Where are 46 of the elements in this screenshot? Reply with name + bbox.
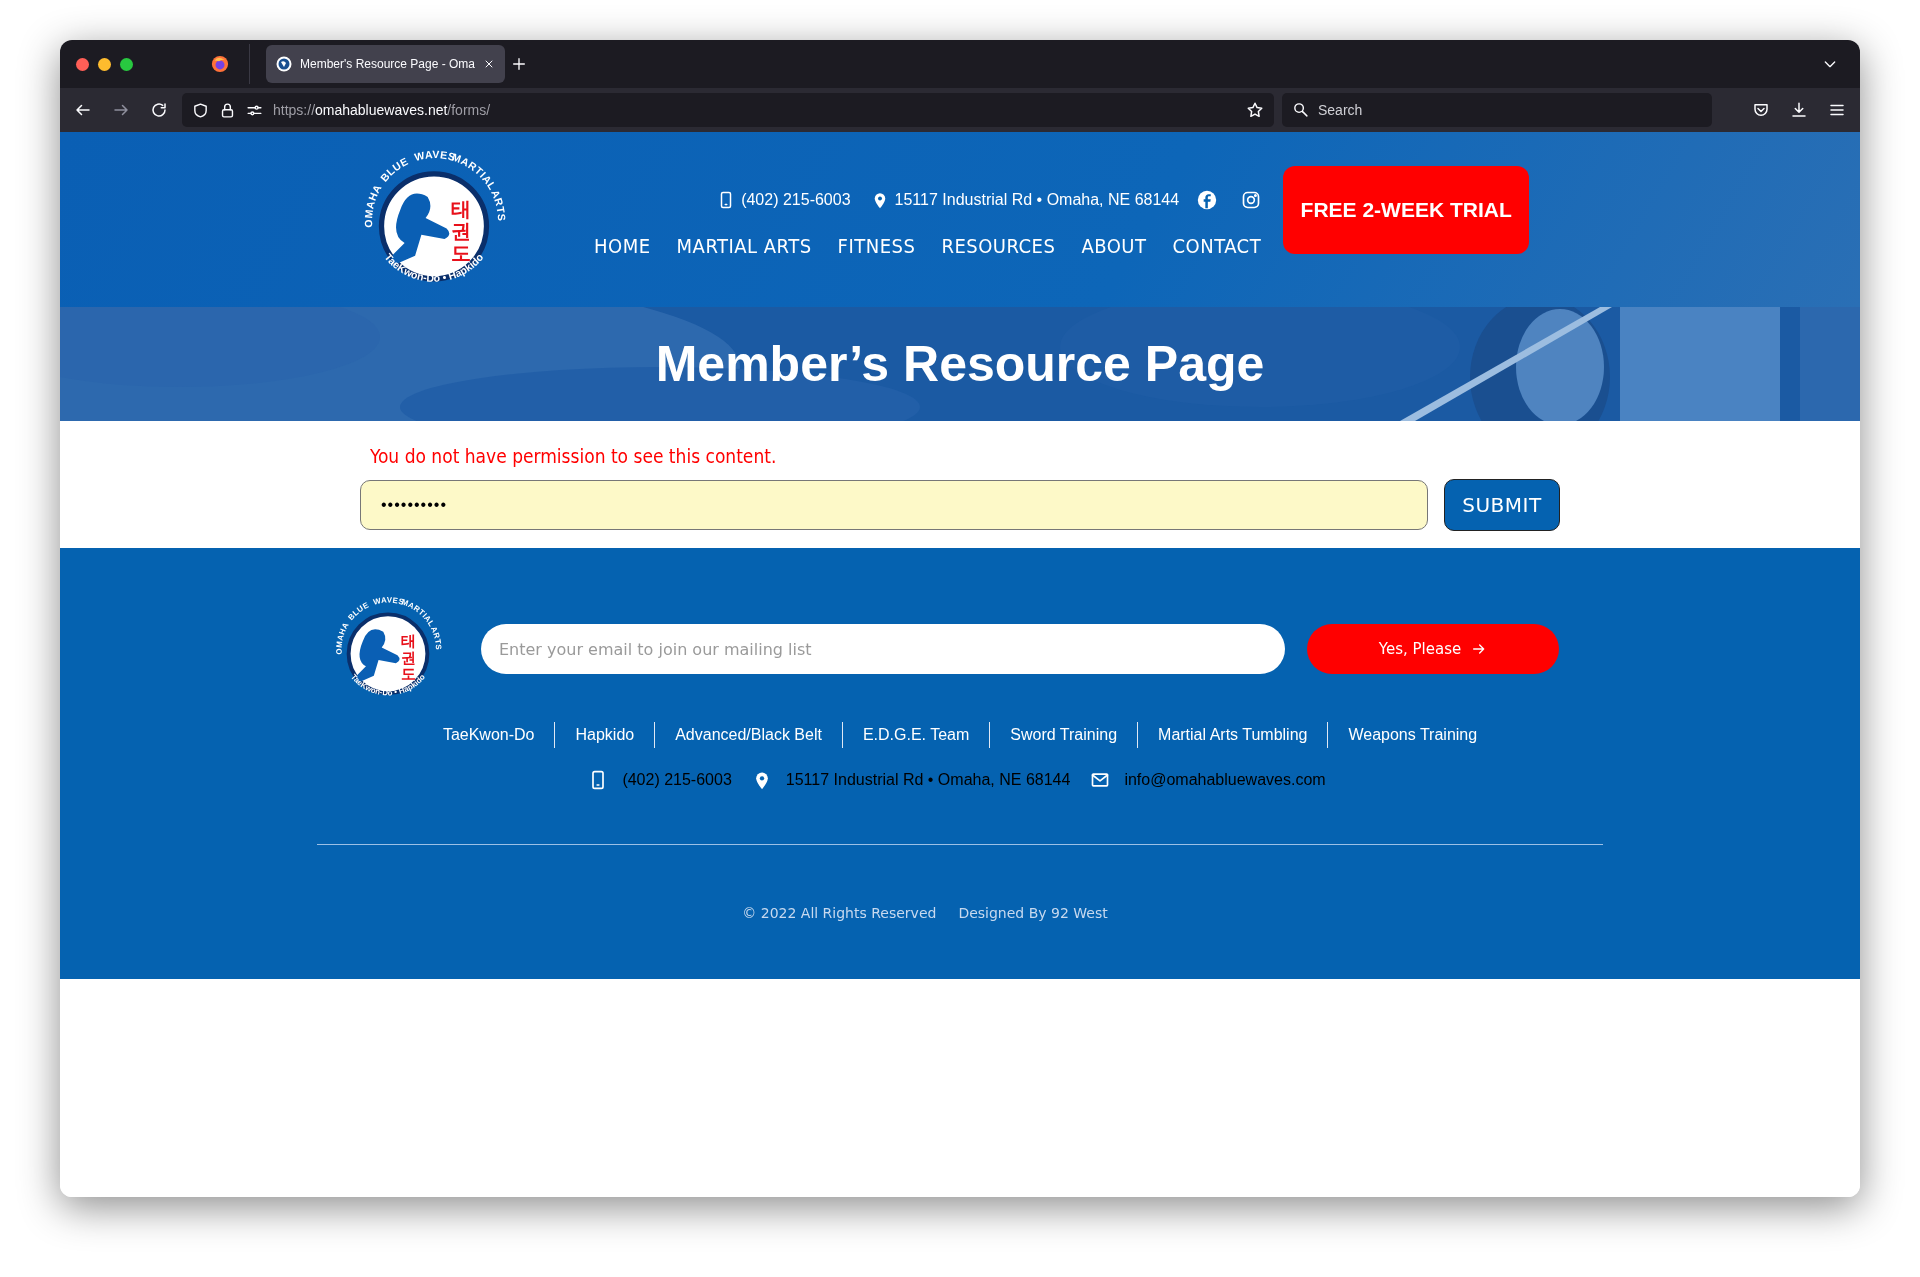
nav-link[interactable]: HOME — [594, 233, 651, 258]
nav-link[interactable]: RESOURCES — [941, 233, 1056, 258]
nav-link[interactable]: ABOUT — [1081, 233, 1147, 258]
address-text: 15117 Industrial Rd • Omaha, NE 68144 — [894, 190, 1180, 209]
copyright-text: © 2022 All Rights Reserved — [742, 905, 937, 921]
email-field[interactable]: Enter your email to join our mailing list — [481, 624, 1285, 674]
submit-button[interactable]: SUBMIT — [1444, 479, 1560, 531]
window-close-button[interactable] — [76, 57, 89, 71]
page-title: Member’s Resource Page — [655, 335, 1265, 393]
subscribe-button[interactable]: Yes, Please — [1307, 624, 1559, 674]
facebook-icon[interactable] — [1197, 189, 1218, 210]
window-zoom-button[interactable] — [120, 57, 133, 71]
window-minimize-button[interactable] — [98, 57, 111, 71]
footer-link[interactable]: E.D.G.E. Team — [842, 726, 990, 744]
footer-link[interactable]: Sword Training — [990, 726, 1138, 744]
shield-icon — [192, 101, 209, 119]
star-icon — [1246, 101, 1264, 119]
envelope-icon — [1090, 770, 1111, 790]
download-icon — [1790, 101, 1808, 119]
lock-icon — [219, 101, 236, 119]
browser-tab[interactable]: Member's Resource Page - Oma — [266, 45, 506, 83]
address-text: 15117 Industrial Rd • Omaha, NE 68144 — [785, 771, 1071, 789]
footer-link[interactable]: Weapons Training — [1328, 726, 1498, 744]
instagram-icon — [1241, 189, 1262, 210]
phone-number[interactable]: (402) 215-6003 — [741, 190, 851, 209]
credit-text[interactable]: Designed By 92 West — [958, 905, 1108, 921]
footer-link[interactable]: Hapkido — [555, 726, 655, 744]
permission-message: You do not have permission to see this content. — [370, 445, 778, 467]
nav-link[interactable]: CONTACT — [1172, 233, 1262, 258]
password-field[interactable]: •••••••••• — [360, 480, 1428, 530]
search-icon — [1292, 101, 1309, 118]
nav-link[interactable]: FITNESS — [837, 233, 916, 258]
email-link[interactable]: info@omahabluewaves.com — [1124, 771, 1326, 789]
footer-link[interactable]: Advanced/Black Belt — [655, 726, 842, 744]
free-trial-button[interactable]: FREE 2-WEEK TRIAL — [1283, 165, 1530, 254]
footer-link[interactable]: Martial Arts Tumbling — [1138, 726, 1328, 744]
browser-logo-icon — [211, 55, 229, 73]
pocket-icon — [1752, 101, 1770, 119]
phone-number[interactable]: (402) 215-6003 — [622, 771, 732, 789]
new-tab-icon — [511, 56, 528, 72]
search-field[interactable]: Search — [1282, 93, 1712, 127]
address-bar[interactable]: https://omahabluewaves.net/forms/ — [182, 93, 1274, 127]
nav-link[interactable]: MARTIAL ARTS — [676, 233, 812, 258]
footer-link[interactable]: TaeKwon-Do — [422, 726, 555, 744]
globe-icon — [276, 56, 292, 72]
reload-icon — [150, 101, 168, 119]
